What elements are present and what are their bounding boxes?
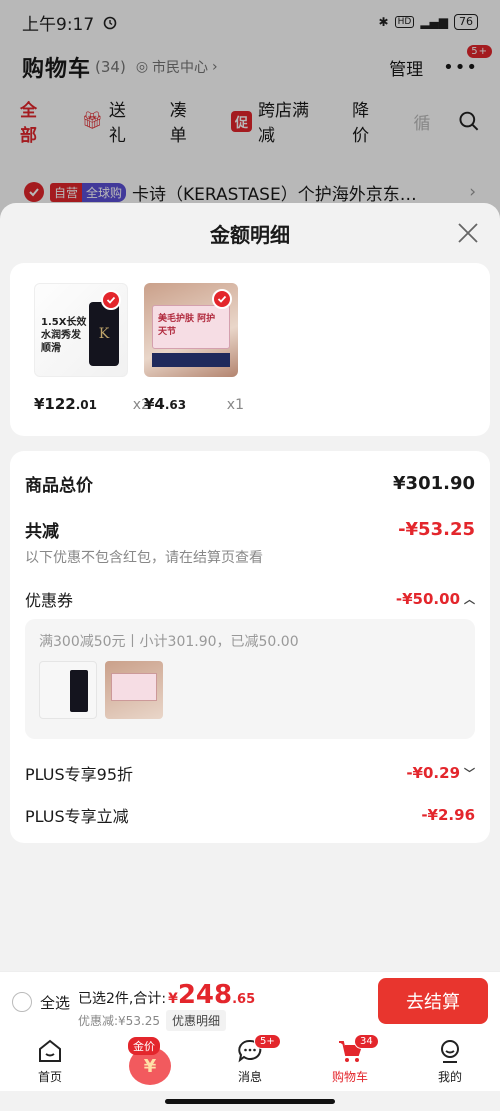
plus95-value: -¥0.29 (406, 764, 460, 782)
product-item[interactable]: 美毛护肤 阿护天节 (144, 283, 238, 377)
discount-text: 优惠减:¥53.25 (78, 1014, 161, 1028)
home-indicator[interactable] (165, 1099, 335, 1104)
check-icon (212, 289, 232, 309)
checkout-button[interactable]: 去结算 (378, 978, 488, 1024)
reduce-value: -¥53.25 (398, 519, 475, 540)
coupon-detail-text: 满300减50元丨小计301.90，已减50.00 (39, 634, 299, 650)
plus-reduce-row: PLUS专享立减 -¥2.96 (25, 806, 475, 826)
select-all-label[interactable]: 全选 (40, 992, 70, 1013)
coupon-product-thumb (105, 661, 163, 719)
product-item[interactable]: 1.5X长效水润秀发顺滑 K (34, 283, 128, 377)
reduce-row: 共减 -¥53.25 (25, 519, 475, 542)
plus-reduce-value: -¥2.96 (421, 806, 475, 824)
total-row: 商品总价 ¥301.90 (25, 473, 475, 496)
coupon-product-thumb (39, 661, 97, 719)
bottle-image: K (89, 302, 119, 366)
total-summary: 已选2件,合计: ¥ 248 .65 (78, 980, 256, 1010)
gold-price-badge: 金价 (128, 1037, 160, 1055)
product-price-row: ¥4 .63 x1 (144, 395, 244, 413)
product-image: 1.5X长效水润秀发顺滑 K (34, 283, 128, 377)
coupon-detail-box: 满300减50元丨小计301.90，已减50.00 (25, 619, 475, 739)
select-all-radio[interactable] (12, 992, 32, 1012)
checkout-bar: 全选 已选2件,合计: ¥ 248 .65 优惠减:¥53.25 优惠明细 去结… (0, 971, 500, 1031)
reduce-note: 以下优惠不包含红包，请在结算页查看 (25, 550, 263, 566)
discount-detail-button[interactable]: 优惠明细 (166, 1010, 227, 1031)
product-qty: x1 (226, 397, 244, 413)
nav-cart[interactable]: 购物车 34 (300, 1031, 400, 1091)
coupon-value: -¥50.00 (395, 590, 460, 608)
home-icon (39, 1039, 61, 1062)
coupon-row[interactable]: 优惠券 -¥50.00 ︿ (25, 587, 475, 611)
total-amount: 248 (177, 980, 233, 1010)
nav-gold[interactable]: ¥ 金价 (100, 1031, 200, 1091)
close-icon[interactable] (456, 221, 480, 245)
messages-badge: 5+ (254, 1034, 281, 1049)
amount-breakdown: 商品总价 ¥301.90 共减 -¥53.25 以下优惠不包含红包，请在结算页查… (10, 451, 490, 843)
check-icon (101, 290, 121, 310)
cart-badge: 34 (354, 1034, 379, 1049)
product-list: 1.5X长效水润秀发顺滑 K ¥122 .01 x2 美毛护肤 阿护天节 ¥4 … (10, 263, 490, 436)
nav-messages[interactable]: 消息 5+ (200, 1031, 300, 1091)
bottom-nav: 首页 ¥ 金价 消息 5+ 购物车 34 我的 (0, 1031, 500, 1091)
product-image: 美毛护肤 阿护天节 (144, 283, 238, 377)
nav-mine[interactable]: 我的 (400, 1031, 500, 1091)
nav-home[interactable]: 首页 (0, 1031, 100, 1091)
chevron-down-icon: ﹀ (464, 767, 475, 780)
amount-detail-sheet: 金额明细 1.5X长效水润秀发顺滑 K ¥122 .01 x2 美毛护肤 阿护天… (0, 203, 500, 971)
sheet-title: 金额明细 (0, 203, 500, 263)
total-value: ¥301.90 (393, 473, 475, 494)
user-icon (441, 1040, 459, 1063)
chevron-up-icon: ︿ (464, 593, 475, 606)
plus95-row[interactable]: PLUS专享95折 -¥0.29 ﹀ (25, 761, 475, 785)
